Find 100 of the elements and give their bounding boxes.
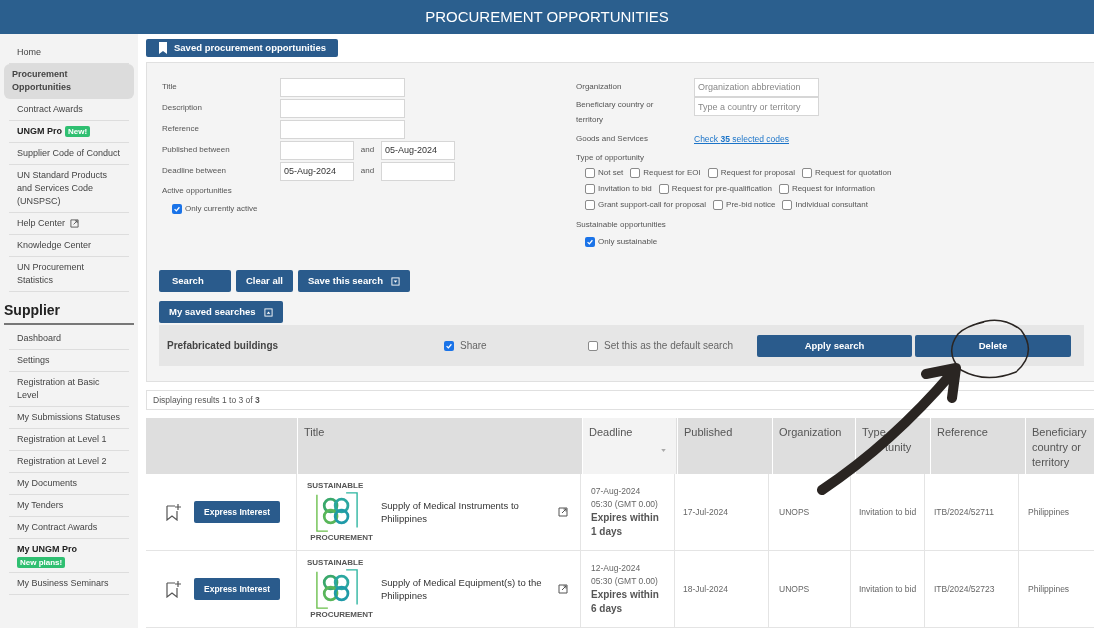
sidebar-item[interactable]: Registration at Basic Level bbox=[9, 372, 129, 407]
field-label: Active opportunities bbox=[162, 185, 233, 198]
default-checkbox[interactable] bbox=[588, 340, 598, 351]
search-action-button[interactable]: Save this search bbox=[297, 270, 410, 293]
field-label: Reference bbox=[162, 123, 200, 136]
external-link-icon[interactable] bbox=[558, 584, 568, 594]
express-interest-button[interactable]: Express Interest bbox=[194, 578, 281, 600]
column-label: Organization bbox=[779, 426, 842, 438]
date-field[interactable]: 05-Aug-2024 bbox=[381, 140, 455, 160]
checkbox[interactable] bbox=[172, 204, 182, 215]
checkbox-label: Request for EOI bbox=[643, 167, 701, 180]
deadline-date: 12-Aug-2024 bbox=[591, 562, 642, 575]
express-interest-button[interactable]: Express Interest bbox=[194, 501, 281, 523]
external-link-icon bbox=[70, 219, 80, 228]
column-label: tunity bbox=[885, 440, 912, 455]
sidebar-item[interactable]: Supplier Code of Conduct bbox=[9, 143, 129, 165]
opportunity-title[interactable]: Supply of Medical Instruments to Philippines bbox=[381, 499, 550, 525]
checkbox-label: Only sustainable bbox=[598, 236, 658, 249]
input-field[interactable] bbox=[280, 98, 405, 118]
table-cell-text: Invitation to bid bbox=[859, 582, 917, 596]
checkbox[interactable] bbox=[585, 237, 595, 248]
table-cell: 17-Jul-2024 bbox=[683, 505, 728, 519]
sidebar-item[interactable]: My Contract Awards bbox=[9, 517, 129, 539]
apply-search-button[interactable]: Apply search bbox=[757, 334, 912, 357]
sidebar-item[interactable]: Settings bbox=[9, 350, 129, 372]
date-field[interactable]: 05-Aug-2024 bbox=[280, 161, 354, 181]
input-field[interactable] bbox=[280, 77, 405, 97]
table-cell: Philippines bbox=[1028, 582, 1070, 596]
checkbox-label: Invitation to bid bbox=[598, 183, 652, 196]
my-saved-searches-button[interactable]: My saved searches bbox=[159, 301, 283, 324]
checkbox-label: Not set bbox=[598, 167, 624, 180]
sidebar-item[interactable]: Procurement Opportunities bbox=[4, 64, 134, 99]
item-label: Help Center bbox=[17, 217, 66, 230]
sidebar-item[interactable]: UN Standard Products and Services Code (UNSPSC) bbox=[9, 165, 129, 213]
table-cell: Philippines bbox=[1028, 505, 1070, 519]
search-action-button[interactable]: Clear all bbox=[236, 270, 293, 293]
column-label: Type bbox=[862, 426, 886, 438]
sidebar-item[interactable]: My Documents bbox=[9, 473, 129, 495]
checkbox-label: Individual consultant bbox=[795, 199, 868, 212]
field-label: Type of opportunity bbox=[576, 152, 646, 165]
column-header[interactable]: Deadline bbox=[582, 418, 676, 474]
field-label: Goods and Services bbox=[576, 133, 650, 146]
sidebar-item[interactable]: Dashboard bbox=[9, 328, 129, 350]
deadline-time: 05:30 (GMT 0.00) bbox=[591, 498, 659, 511]
sidebar-item[interactable]: Registration at Level 2 bbox=[9, 451, 129, 473]
sidebar-item[interactable]: UNGM Pro New! bbox=[9, 121, 129, 143]
delete-button[interactable]: Delete bbox=[915, 334, 1071, 357]
share-checkbox[interactable] bbox=[444, 340, 454, 351]
sidebar-item[interactable]: Registration at Level 1 bbox=[9, 429, 129, 451]
checkbox[interactable] bbox=[707, 168, 718, 179]
input-field[interactable] bbox=[280, 119, 405, 139]
checkbox[interactable] bbox=[778, 184, 789, 195]
bookmark-icon bbox=[158, 42, 168, 55]
checkbox[interactable] bbox=[713, 200, 724, 211]
checkbox[interactable] bbox=[801, 168, 812, 179]
expiry-note: Expires within 6 days bbox=[591, 588, 660, 616]
opportunity-title[interactable]: Supply of Medical Equipment(s) to the Philippines bbox=[381, 576, 550, 602]
sidebar-item[interactable]: My Business Seminars bbox=[9, 573, 129, 595]
expiry-note: Expires within 1 days bbox=[591, 511, 660, 539]
checkbox-label: Pre-bid notice bbox=[726, 199, 776, 212]
date-field[interactable] bbox=[381, 161, 455, 181]
column-label: Deadline bbox=[589, 426, 633, 438]
selected-codes-link[interactable]: Check 35 selected codes bbox=[694, 133, 789, 146]
checkbox[interactable] bbox=[585, 184, 595, 195]
table-cell: ITB/2024/52711 bbox=[934, 505, 994, 519]
saved-search-name: Prefabricated buildings bbox=[167, 339, 280, 354]
checkbox-label: Set this as the default search bbox=[604, 339, 733, 354]
input-field[interactable]: Type a country or territory bbox=[694, 97, 819, 117]
checkbox[interactable] bbox=[630, 168, 641, 179]
sidebar-item[interactable]: My Submissions Statuses bbox=[9, 407, 129, 429]
table-cell: UNOPS bbox=[779, 582, 810, 596]
new-badge: New plans! bbox=[17, 557, 66, 568]
column-label: Published bbox=[684, 426, 733, 438]
sustainable-procurement-logo: SUSTAINABLE PROCUREMENT bbox=[307, 558, 373, 620]
table-cell-text: Invitation to bid bbox=[859, 505, 917, 519]
input-field[interactable]: Organization abbreviation bbox=[694, 77, 819, 97]
section-heading: Supplier bbox=[4, 300, 134, 325]
sidebar-item[interactable]: Help Center bbox=[9, 213, 129, 235]
sidebar-item[interactable]: My Tenders bbox=[9, 495, 129, 517]
checkbox[interactable] bbox=[658, 184, 669, 195]
deadline-time: 05:30 (GMT 0.00) bbox=[591, 575, 659, 588]
bookmark-add-icon[interactable] bbox=[166, 580, 182, 598]
checkbox-label: Share bbox=[460, 339, 487, 354]
sidebar-item[interactable]: My UNGM Pro New plans! bbox=[9, 539, 129, 573]
checkbox[interactable] bbox=[782, 200, 793, 211]
saved-opportunities-button[interactable]: Saved procurement opportunities bbox=[146, 39, 339, 58]
sidebar-item[interactable]: Knowledge Center bbox=[9, 235, 129, 257]
external-link-icon[interactable] bbox=[558, 507, 568, 517]
checkbox[interactable] bbox=[585, 200, 595, 211]
page-title: PROCUREMENT OPPORTUNITIES bbox=[425, 6, 669, 27]
search-action-button[interactable]: Search bbox=[159, 270, 231, 293]
bookmark-add-icon[interactable] bbox=[166, 503, 182, 521]
checkbox[interactable] bbox=[585, 168, 595, 179]
field-label: Organization bbox=[576, 81, 623, 94]
sidebar-item[interactable]: UN Procurement Statistics bbox=[9, 257, 129, 292]
sidebar-item[interactable]: Contract Awards bbox=[9, 99, 129, 121]
table-cell: ITB/2024/52723 bbox=[934, 582, 995, 596]
date-field[interactable] bbox=[280, 140, 354, 160]
new-badge: New! bbox=[65, 126, 91, 137]
column-label: Reference bbox=[937, 426, 988, 438]
